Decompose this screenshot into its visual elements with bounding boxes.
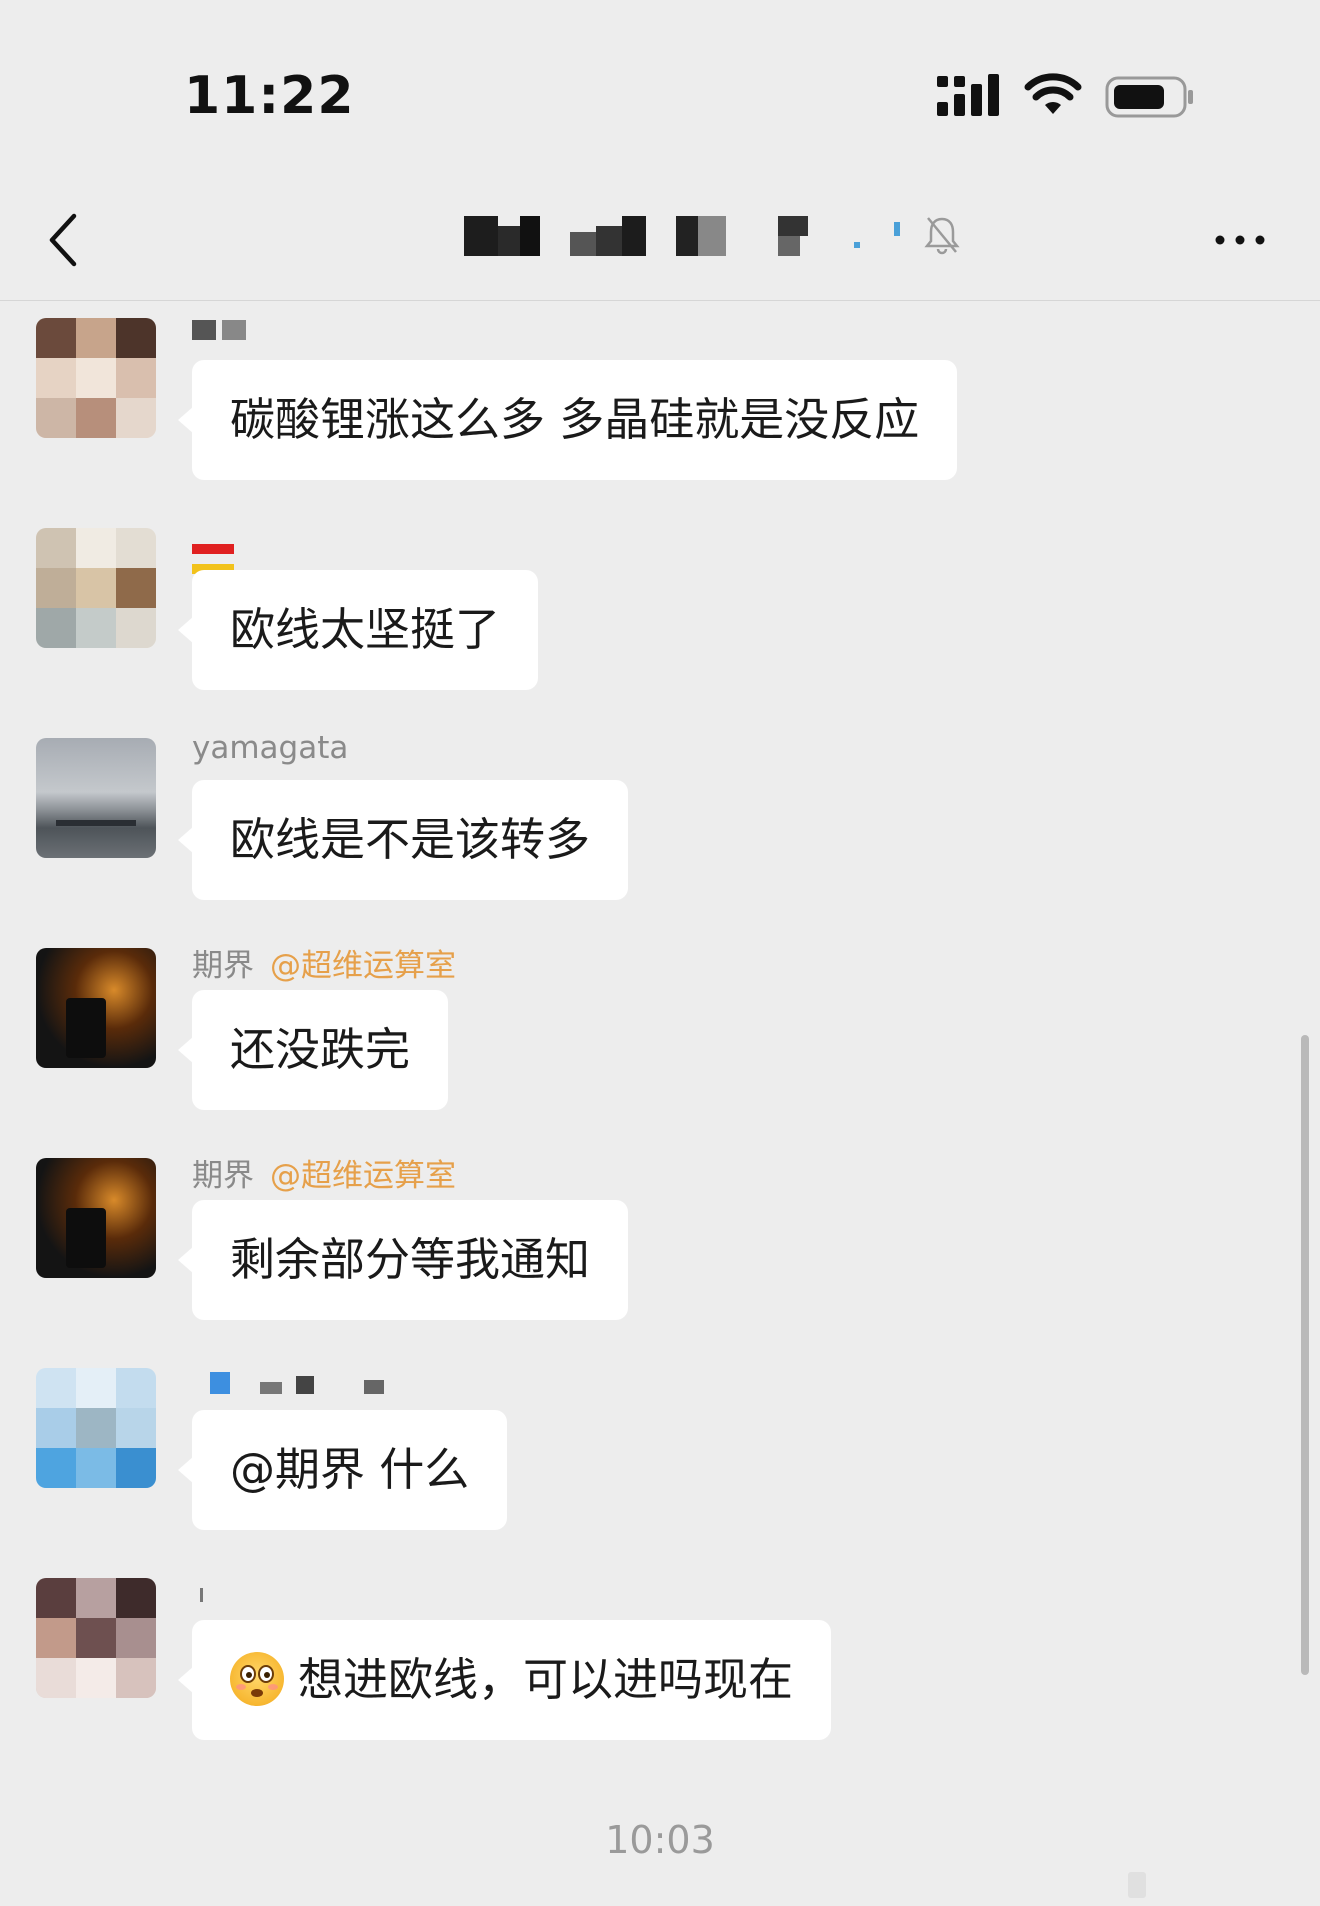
back-chevron-icon[interactable] (44, 210, 84, 270)
mention-tag[interactable]: @超维运算室 (270, 1158, 456, 1194)
battery-icon (1105, 76, 1193, 118)
avatar[interactable] (36, 738, 156, 858)
sender-label: 期界 (192, 1158, 254, 1194)
watermark (1128, 1872, 1146, 1898)
sender-name-redacted (192, 1574, 203, 1610)
sender-name-redacted (192, 1366, 384, 1402)
avatar[interactable] (36, 1368, 156, 1488)
avatar[interactable] (36, 1158, 156, 1278)
message-bubble[interactable]: 欧线是不是该转多 (177, 780, 629, 900)
sender-name: 期界 @超维运算室 (192, 1150, 456, 1195)
message-bubble[interactable]: 想进欧线，可以进吗现在 (177, 1620, 832, 1740)
avatar[interactable] (36, 318, 156, 438)
scrollbar[interactable] (1301, 1035, 1309, 1675)
sender-name: yamagata (192, 730, 349, 766)
wifi-icon (1024, 73, 1082, 114)
more-options-icon[interactable] (1210, 220, 1270, 260)
avatar[interactable] (36, 1578, 156, 1698)
message-bubble[interactable]: 欧线太坚挺了 (177, 570, 539, 690)
mention-tag[interactable]: @超维运算室 (270, 948, 456, 984)
mute-bell-icon (924, 217, 960, 255)
chat-header (0, 160, 1320, 301)
message-bubble[interactable]: 剩余部分等我通知 (177, 1200, 629, 1320)
status-time: 11:22 (184, 66, 355, 126)
sender-label: 期界 (192, 948, 254, 984)
avatar[interactable] (36, 948, 156, 1068)
message-bubble[interactable]: 碳酸锂涨这么多 多晶硅就是没反应 (177, 360, 958, 480)
chat-timestamp: 10:03 (605, 1818, 715, 1862)
sender-name-redacted (192, 312, 246, 348)
chat-title-redacted (464, 212, 964, 262)
status-bar: 11:22 (0, 0, 1320, 160)
message-bubble[interactable]: 还没跌完 (177, 990, 449, 1110)
cellular-signal-icon (937, 74, 999, 116)
avatar[interactable] (36, 528, 156, 648)
message-text: 想进欧线，可以进吗现在 (298, 1653, 794, 1706)
sender-name: 期界 @超维运算室 (192, 940, 456, 985)
flushed-face-emoji (230, 1652, 284, 1706)
message-bubble[interactable]: @期界 什么 (177, 1410, 508, 1530)
